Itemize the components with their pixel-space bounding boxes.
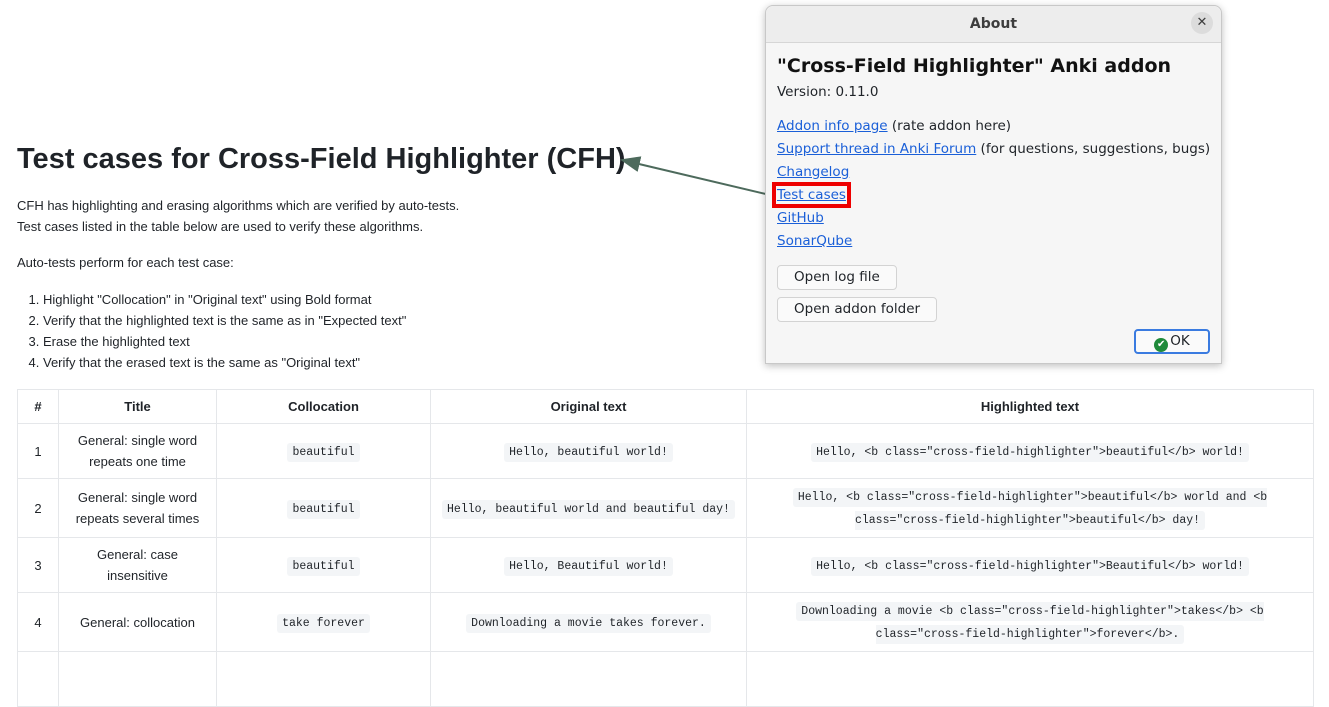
about-dialog: About ✕ "Cross-Field Highlighter" Anki a… (765, 5, 1222, 364)
close-icon[interactable]: ✕ (1191, 12, 1213, 34)
addon-title: "Cross-Field Highlighter" Anki addon (777, 55, 1172, 77)
addon-info-link[interactable]: Addon info page (777, 118, 888, 134)
check-icon: ✔ (1154, 338, 1169, 352)
empty-cell (430, 651, 747, 707)
empty-cell (17, 651, 59, 707)
support-thread-link[interactable]: Support thread in Anki Forum (777, 141, 976, 157)
open-addon-folder-button[interactable]: Open addon folder (777, 297, 938, 322)
links-list: Addon info page (rate addon here) Suppor… (772, 115, 1211, 253)
sonarqube-link[interactable]: SonarQube (777, 233, 852, 249)
test-cases-link[interactable]: Test cases (772, 182, 851, 208)
link-note: (rate addon here) (887, 118, 1012, 134)
link-note: (for questions, suggestions, bugs) (976, 141, 1211, 157)
open-log-file-button[interactable]: Open log file (777, 265, 897, 290)
dialog-window-title: About (969, 16, 1018, 32)
ok-button[interactable]: ✔ OK (1134, 329, 1210, 354)
changelog-link[interactable]: Changelog (777, 164, 849, 180)
empty-cell (746, 651, 1314, 707)
table-row (17, 651, 1314, 707)
version-text: Version: 0.11.0 (777, 84, 879, 100)
github-link[interactable]: GitHub (777, 210, 824, 226)
dialog-titlebar: About ✕ (766, 6, 1221, 43)
ok-label: OK (1170, 333, 1190, 349)
empty-cell (58, 651, 217, 707)
empty-cell (216, 651, 431, 707)
